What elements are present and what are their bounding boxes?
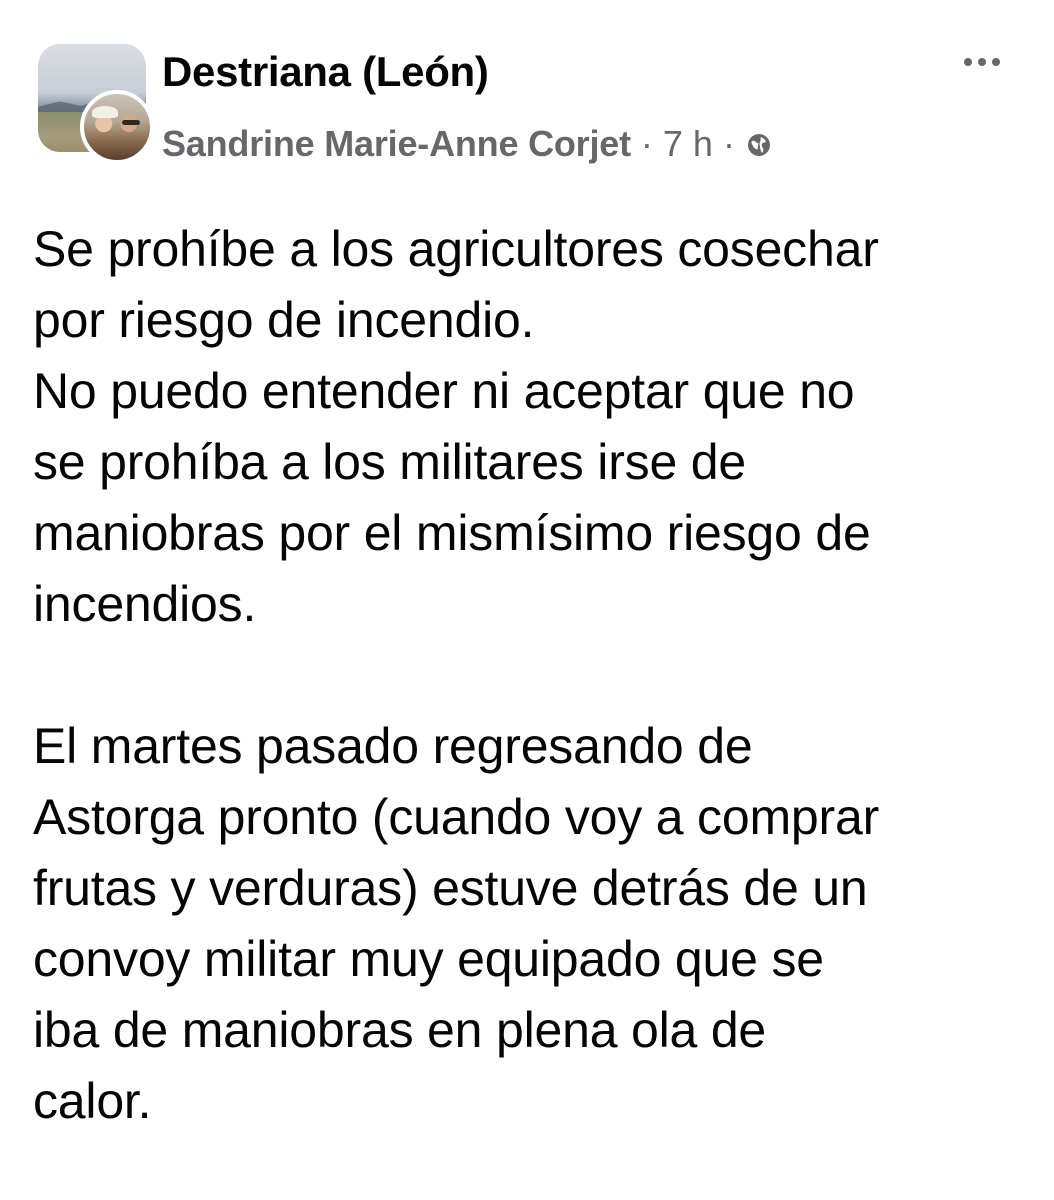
globe-icon-svg xyxy=(747,134,770,156)
more-dot xyxy=(964,58,972,66)
post-line: por riesgo de incendio. xyxy=(33,292,535,348)
post-meta: Sandrine Marie-Anne Corjet · 7 h · xyxy=(162,118,771,170)
author-avatar[interactable] xyxy=(80,90,154,164)
post-line: frutas y verduras) estuve detrás de un xyxy=(33,860,868,916)
post-line: No puedo entender ni aceptar que no xyxy=(33,363,855,419)
post-timestamp[interactable]: 7 h xyxy=(663,123,713,165)
author-name-link[interactable]: Sandrine Marie-Anne Corjet xyxy=(162,123,631,165)
globe-icon[interactable] xyxy=(747,133,771,157)
post-body: Se prohíbe a los agricultores cosechar p… xyxy=(33,214,1033,1137)
group-name-link[interactable]: Destriana (León) xyxy=(162,42,489,102)
more-dot xyxy=(992,58,1000,66)
meta-separator: · xyxy=(722,123,735,164)
post-line: Astorga pronto (cuando voy a comprar xyxy=(33,789,880,845)
post-line: iba de maniobras en plena ola de xyxy=(33,1002,767,1058)
post-line: se prohíba a los militares irse de xyxy=(33,434,746,490)
meta-separator: · xyxy=(640,123,653,164)
more-options-icon[interactable] xyxy=(952,44,1012,80)
post-line: calor. xyxy=(33,1073,152,1129)
more-dot xyxy=(978,58,986,66)
post-line: El martes pasado regresando de xyxy=(33,718,753,774)
avatar-hat xyxy=(92,106,118,118)
group-avatar-stack[interactable] xyxy=(38,44,154,164)
post-line: convoy militar muy equipado que se xyxy=(33,931,824,987)
avatar-glasses xyxy=(122,120,140,125)
post-line: incendios. xyxy=(33,576,257,632)
post-line: Se prohíbe a los agricultores cosechar xyxy=(33,221,879,277)
post-line: maniobras por el mismísimo riesgo de xyxy=(33,505,871,561)
facebook-post: Destriana (León) Sandrine Marie-Anne Cor… xyxy=(0,0,1054,1200)
